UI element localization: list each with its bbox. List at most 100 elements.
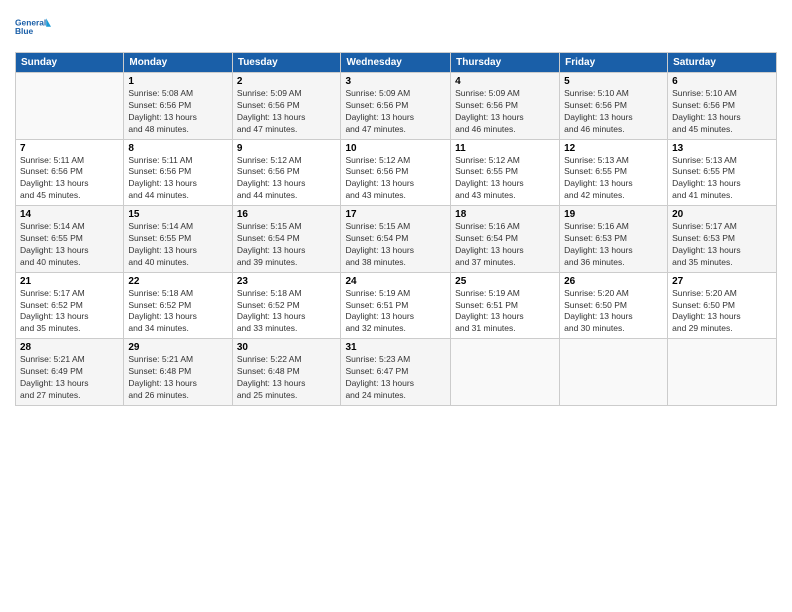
day-info: Sunrise: 5:14 AM Sunset: 6:55 PM Dayligh… [20,221,119,269]
day-number: 5 [564,76,663,87]
day-number: 23 [237,276,337,287]
week-row-4: 21Sunrise: 5:17 AM Sunset: 6:52 PM Dayli… [16,272,777,339]
calendar-cell: 28Sunrise: 5:21 AM Sunset: 6:49 PM Dayli… [16,339,124,406]
calendar-cell: 1Sunrise: 5:08 AM Sunset: 6:56 PM Daylig… [124,73,232,140]
calendar-cell: 3Sunrise: 5:09 AM Sunset: 6:56 PM Daylig… [341,73,451,140]
calendar-cell: 22Sunrise: 5:18 AM Sunset: 6:52 PM Dayli… [124,272,232,339]
day-info: Sunrise: 5:23 AM Sunset: 6:47 PM Dayligh… [345,354,446,402]
day-number: 24 [345,276,446,287]
calendar-cell: 21Sunrise: 5:17 AM Sunset: 6:52 PM Dayli… [16,272,124,339]
day-info: Sunrise: 5:09 AM Sunset: 6:56 PM Dayligh… [455,88,555,136]
day-info: Sunrise: 5:12 AM Sunset: 6:55 PM Dayligh… [455,155,555,203]
weekday-header-thursday: Thursday [451,53,560,73]
weekday-header-sunday: Sunday [16,53,124,73]
weekday-header-wednesday: Wednesday [341,53,451,73]
day-number: 14 [20,209,119,220]
calendar-cell: 5Sunrise: 5:10 AM Sunset: 6:56 PM Daylig… [560,73,668,140]
day-number: 22 [128,276,227,287]
calendar-cell: 12Sunrise: 5:13 AM Sunset: 6:55 PM Dayli… [560,139,668,206]
day-number: 31 [345,342,446,353]
day-number: 20 [672,209,772,220]
calendar-cell: 17Sunrise: 5:15 AM Sunset: 6:54 PM Dayli… [341,206,451,273]
day-info: Sunrise: 5:08 AM Sunset: 6:56 PM Dayligh… [128,88,227,136]
calendar-cell: 29Sunrise: 5:21 AM Sunset: 6:48 PM Dayli… [124,339,232,406]
day-info: Sunrise: 5:17 AM Sunset: 6:52 PM Dayligh… [20,288,119,336]
calendar-page: General Blue SundayMondayTuesdayWednesda… [0,0,792,612]
day-info: Sunrise: 5:19 AM Sunset: 6:51 PM Dayligh… [455,288,555,336]
day-info: Sunrise: 5:22 AM Sunset: 6:48 PM Dayligh… [237,354,337,402]
day-info: Sunrise: 5:16 AM Sunset: 6:53 PM Dayligh… [564,221,663,269]
weekday-header-tuesday: Tuesday [232,53,341,73]
day-info: Sunrise: 5:09 AM Sunset: 6:56 PM Dayligh… [237,88,337,136]
week-row-1: 1Sunrise: 5:08 AM Sunset: 6:56 PM Daylig… [16,73,777,140]
day-number: 11 [455,143,555,154]
day-number: 4 [455,76,555,87]
day-number: 16 [237,209,337,220]
svg-text:Blue: Blue [15,26,34,36]
calendar-cell: 26Sunrise: 5:20 AM Sunset: 6:50 PM Dayli… [560,272,668,339]
weekday-header-monday: Monday [124,53,232,73]
day-info: Sunrise: 5:18 AM Sunset: 6:52 PM Dayligh… [128,288,227,336]
calendar-cell: 30Sunrise: 5:22 AM Sunset: 6:48 PM Dayli… [232,339,341,406]
day-number: 2 [237,76,337,87]
calendar-cell: 13Sunrise: 5:13 AM Sunset: 6:55 PM Dayli… [668,139,777,206]
calendar-cell: 7Sunrise: 5:11 AM Sunset: 6:56 PM Daylig… [16,139,124,206]
calendar-cell: 18Sunrise: 5:16 AM Sunset: 6:54 PM Dayli… [451,206,560,273]
day-info: Sunrise: 5:20 AM Sunset: 6:50 PM Dayligh… [564,288,663,336]
day-info: Sunrise: 5:10 AM Sunset: 6:56 PM Dayligh… [564,88,663,136]
day-info: Sunrise: 5:13 AM Sunset: 6:55 PM Dayligh… [672,155,772,203]
calendar-cell: 8Sunrise: 5:11 AM Sunset: 6:56 PM Daylig… [124,139,232,206]
logo: General Blue [15,10,51,46]
day-info: Sunrise: 5:12 AM Sunset: 6:56 PM Dayligh… [237,155,337,203]
day-number: 28 [20,342,119,353]
calendar-cell: 14Sunrise: 5:14 AM Sunset: 6:55 PM Dayli… [16,206,124,273]
day-info: Sunrise: 5:15 AM Sunset: 6:54 PM Dayligh… [237,221,337,269]
day-number: 18 [455,209,555,220]
calendar-cell: 31Sunrise: 5:23 AM Sunset: 6:47 PM Dayli… [341,339,451,406]
day-info: Sunrise: 5:13 AM Sunset: 6:55 PM Dayligh… [564,155,663,203]
day-info: Sunrise: 5:10 AM Sunset: 6:56 PM Dayligh… [672,88,772,136]
day-info: Sunrise: 5:19 AM Sunset: 6:51 PM Dayligh… [345,288,446,336]
day-info: Sunrise: 5:21 AM Sunset: 6:49 PM Dayligh… [20,354,119,402]
week-row-5: 28Sunrise: 5:21 AM Sunset: 6:49 PM Dayli… [16,339,777,406]
day-number: 8 [128,143,227,154]
weekday-header-friday: Friday [560,53,668,73]
logo-svg: General Blue [15,10,51,46]
day-number: 21 [20,276,119,287]
day-info: Sunrise: 5:15 AM Sunset: 6:54 PM Dayligh… [345,221,446,269]
day-number: 6 [672,76,772,87]
day-number: 15 [128,209,227,220]
day-info: Sunrise: 5:14 AM Sunset: 6:55 PM Dayligh… [128,221,227,269]
day-info: Sunrise: 5:11 AM Sunset: 6:56 PM Dayligh… [20,155,119,203]
calendar-cell [668,339,777,406]
calendar-cell: 20Sunrise: 5:17 AM Sunset: 6:53 PM Dayli… [668,206,777,273]
weekday-header-row: SundayMondayTuesdayWednesdayThursdayFrid… [16,53,777,73]
calendar-cell [560,339,668,406]
day-number: 12 [564,143,663,154]
day-info: Sunrise: 5:21 AM Sunset: 6:48 PM Dayligh… [128,354,227,402]
day-number: 30 [237,342,337,353]
day-info: Sunrise: 5:09 AM Sunset: 6:56 PM Dayligh… [345,88,446,136]
calendar-cell: 16Sunrise: 5:15 AM Sunset: 6:54 PM Dayli… [232,206,341,273]
week-row-3: 14Sunrise: 5:14 AM Sunset: 6:55 PM Dayli… [16,206,777,273]
day-number: 7 [20,143,119,154]
calendar-cell: 10Sunrise: 5:12 AM Sunset: 6:56 PM Dayli… [341,139,451,206]
calendar-cell [451,339,560,406]
calendar-cell: 15Sunrise: 5:14 AM Sunset: 6:55 PM Dayli… [124,206,232,273]
day-number: 25 [455,276,555,287]
day-number: 3 [345,76,446,87]
day-number: 9 [237,143,337,154]
calendar-cell: 2Sunrise: 5:09 AM Sunset: 6:56 PM Daylig… [232,73,341,140]
day-info: Sunrise: 5:12 AM Sunset: 6:56 PM Dayligh… [345,155,446,203]
day-info: Sunrise: 5:16 AM Sunset: 6:54 PM Dayligh… [455,221,555,269]
calendar-cell: 11Sunrise: 5:12 AM Sunset: 6:55 PM Dayli… [451,139,560,206]
day-number: 13 [672,143,772,154]
calendar-cell: 23Sunrise: 5:18 AM Sunset: 6:52 PM Dayli… [232,272,341,339]
day-number: 17 [345,209,446,220]
weekday-header-saturday: Saturday [668,53,777,73]
calendar-cell: 4Sunrise: 5:09 AM Sunset: 6:56 PM Daylig… [451,73,560,140]
day-info: Sunrise: 5:20 AM Sunset: 6:50 PM Dayligh… [672,288,772,336]
calendar-cell: 6Sunrise: 5:10 AM Sunset: 6:56 PM Daylig… [668,73,777,140]
calendar-cell: 27Sunrise: 5:20 AM Sunset: 6:50 PM Dayli… [668,272,777,339]
calendar-cell: 24Sunrise: 5:19 AM Sunset: 6:51 PM Dayli… [341,272,451,339]
